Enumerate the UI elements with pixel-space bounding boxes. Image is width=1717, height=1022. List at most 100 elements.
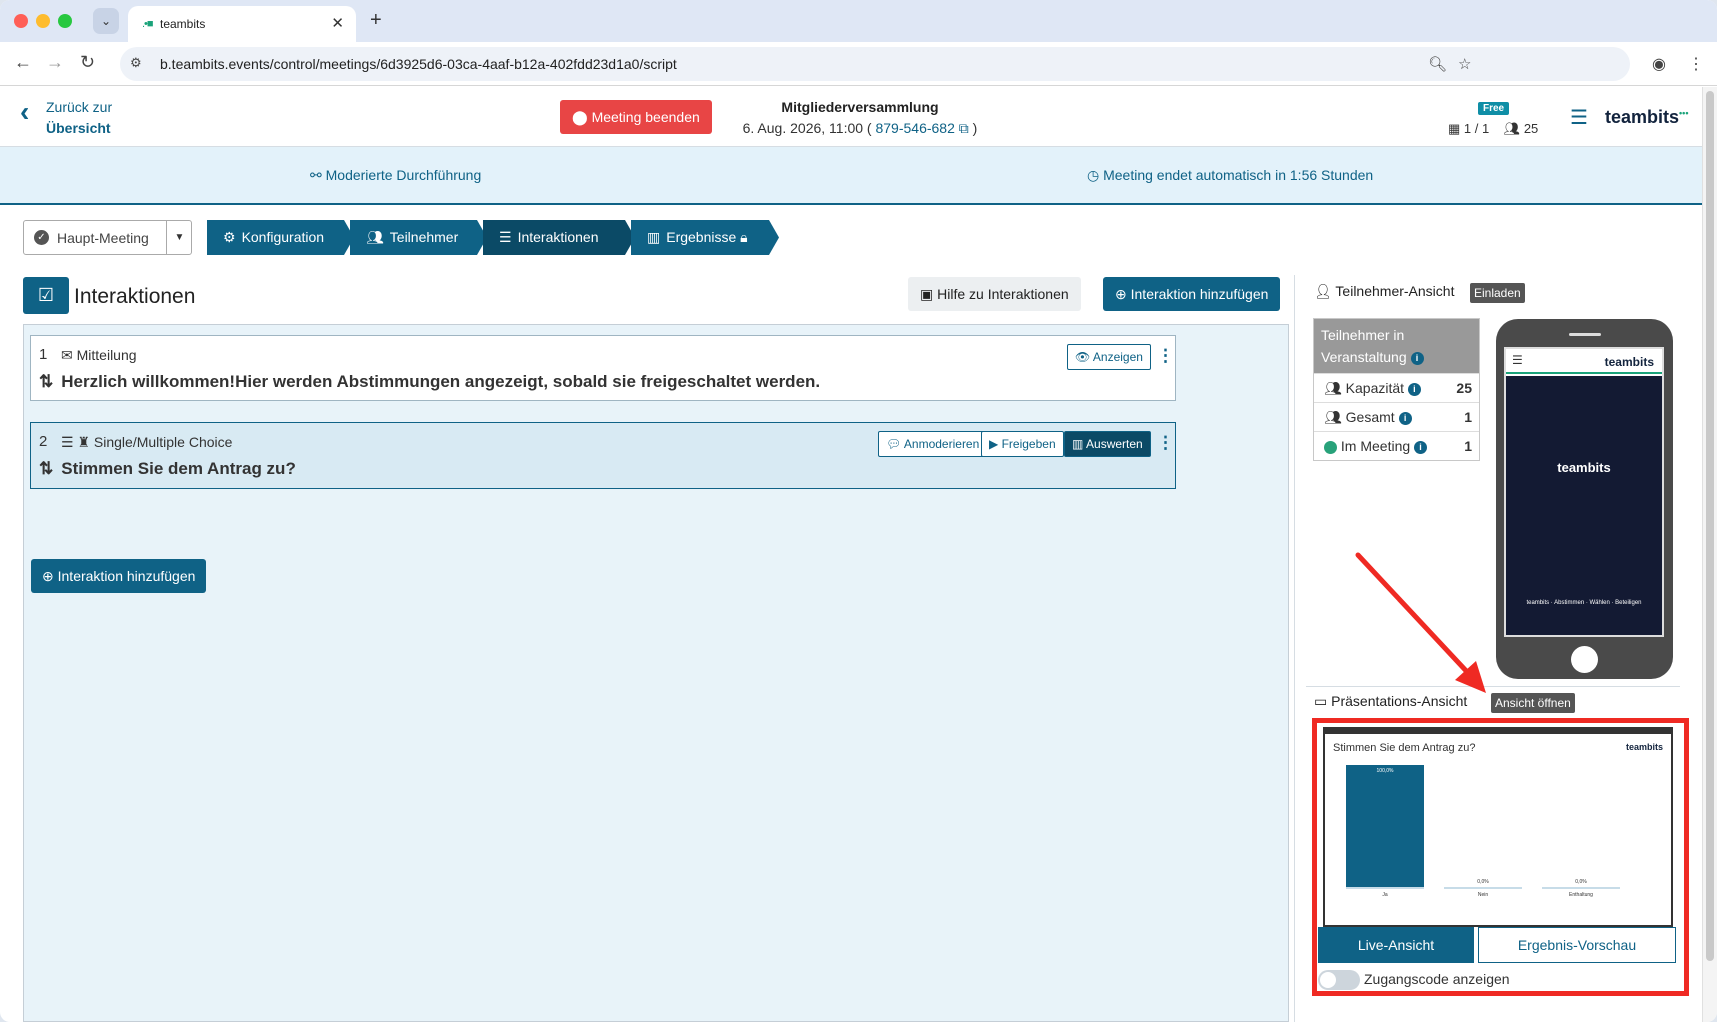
person-icon: 👤︎ [1314,283,1332,299]
forward-icon[interactable]: → [46,52,64,73]
url-field[interactable]: ⚙ b.teambits.events/control/meetings/6d3… [120,47,1630,81]
invite-button[interactable]: Einladen [1470,283,1525,303]
plan-badge: Free [1478,102,1510,115]
users-icon: 👥︎ [366,229,384,245]
info-icon[interactable]: i [1407,382,1421,396]
auto-end-label: Meeting endet automatisch in 1:56 Stunde… [1103,167,1374,183]
caret-down-icon[interactable]: ▼ [166,221,192,254]
stats-value: 1 [1464,409,1472,425]
back-label-line1: Zurück zur [46,99,113,115]
page-scrollbar[interactable] [1702,87,1717,1022]
scroll-thumb[interactable] [1706,91,1714,961]
more-options-icon[interactable]: ⋮ [1157,433,1174,453]
phone-app-header: ☰ teambits [1506,349,1662,374]
stats-value: 1 [1464,438,1472,454]
comment-icon: 💬︎ [886,437,902,451]
info-icon[interactable]: i [1398,411,1412,425]
chart-bar-baseline [1346,887,1424,889]
show-button[interactable]: 👁︎ Anzeigen [1067,344,1151,370]
profile-icon[interactable]: ◉ [1652,54,1666,74]
teambits-logo: teambits••• [1605,107,1689,127]
step-ergebnisse[interactable]: ▥ Ergebnisse 🔒︎ [631,220,779,255]
check-circle-icon: ✓ [34,230,49,245]
access-code-toggle[interactable] [1318,970,1360,990]
bookmark-star-icon[interactable]: ☆ [1458,55,1471,73]
minimize-window-button[interactable] [36,14,50,28]
users-icon: 👥︎ [1324,409,1342,425]
interaction-text-label: Herzlich willkommen!Hier werden Abstimmu… [61,372,821,391]
reload-icon[interactable]: ↻ [80,52,95,73]
release-button[interactable]: ▶ Freigeben [981,431,1064,457]
end-meeting-button[interactable]: ⬤ Meeting beenden [560,100,712,134]
chart-data-label: 0,0% [1575,879,1587,885]
chart-category-label: Ja [1382,892,1388,898]
meeting-select[interactable]: ✓ Haupt-Meeting ▼ [23,220,192,255]
phone-body: teambits teambits · Abstimmen · Wählen ·… [1506,376,1662,635]
meeting-title: Mitgliederversammlung [781,99,939,115]
url-text[interactable]: b.teambits.events/control/meetings/6d392… [160,56,677,72]
open-view-button[interactable]: Ansicht öffnen [1491,693,1575,713]
more-options-icon[interactable]: ⋮ [1157,346,1174,366]
tab-title: teambits [160,17,206,31]
help-button[interactable]: ▣ Hilfe zu Interaktionen [908,277,1081,311]
info-icon[interactable]: i [1410,351,1424,365]
film-icon: ▣ [920,286,934,302]
chart-data-label: 0,0% [1477,879,1489,885]
tab-list-button[interactable]: ⌄ [93,8,119,34]
add-interaction-button[interactable]: ⊕ Interaktion hinzufügen [1103,277,1281,311]
phone-preview: ☰ teambits teambits teambits · Abstimmen… [1496,319,1673,679]
interaction-card-2[interactable]: 2 ☰ ♜ Single/Multiple Choice ⇅ Stimmen Si… [30,422,1176,489]
moderate-button[interactable]: 💬︎ Anmoderieren [878,431,988,457]
help-label: Hilfe zu Interaktionen [937,286,1069,302]
interaction-type: ✉ Mitteilung [61,347,137,364]
evaluate-button[interactable]: ▥ Auswerten [1064,431,1151,457]
step-konfiguration[interactable]: ⚙ Konfiguration [207,220,354,255]
hamburger-menu-icon[interactable]: ☰ [1570,105,1588,130]
presentation-preview[interactable]: Stimmen Sie dem Antrag zu? teambits 100,… [1323,727,1673,927]
sort-icon[interactable]: ⇅ [39,372,53,391]
step-label: Teilnehmer [389,229,459,245]
stats-label: Gesamt [1345,409,1395,425]
tab-live-view[interactable]: Live-Ansicht [1318,927,1474,963]
stats-value: 25 [1456,380,1472,396]
sort-icon[interactable]: ⇅ [39,459,53,478]
moderated-info: ⚯ Moderierte Durchführung [310,167,481,184]
people-icon: 👥︎ [1503,121,1521,136]
new-tab-icon[interactable]: + [370,9,382,32]
stats-title: Teilnehmer in Veranstaltung [1321,327,1407,365]
app-header: ‹ Zurück zur Übersicht ⬤ Meeting beenden… [0,87,1702,147]
chart-bar [1346,765,1424,887]
evaluate-label: Auswerten [1086,437,1143,451]
close-tab-icon[interactable]: ✕ [331,14,344,32]
moderate-label: Anmoderieren [903,437,980,451]
close-window-button[interactable] [14,14,28,28]
tab-result-preview[interactable]: Ergebnis-Vorschau [1478,927,1676,963]
meeting-code-link[interactable]: 879-546-682 [875,120,954,136]
copy-icon[interactable]: ⧉ [959,120,969,136]
chart-bar-baseline [1444,887,1522,889]
maximize-window-button[interactable] [58,14,72,28]
interaction-card-1[interactable]: 1 ✉ Mitteilung ⇅ Herzlich willkommen!Hier… [30,335,1176,401]
phone-center-logo: teambits [1557,460,1611,475]
interaction-text: ⇅ Herzlich willkommen!Hier werden Abstimm… [39,372,820,392]
step-interaktionen[interactable]: ☰ Interaktionen [483,220,635,255]
add-interaction-bottom-button[interactable]: ⊕ Interaktion hinzufügen [31,559,207,593]
participant-view-label: 👤︎ Teilnehmer-Ansicht [1314,283,1454,300]
site-settings-icon[interactable]: ⚙ [130,55,142,71]
monitor-icon: ▭ [1314,693,1328,709]
step-teilnehmer[interactable]: 👥︎ Teilnehmer [350,220,487,255]
play-icon: ▶ [989,437,999,451]
bar-list-icon: ☰ [61,434,74,450]
zoom-icon[interactable]: 🔍︎ [1428,55,1447,73]
info-icon[interactable]: i [1414,440,1428,454]
address-bar-row: ← → ↻ ⚙ b.teambits.events/control/meetin… [0,42,1717,86]
browser-tab[interactable]: .•■ teambits ✕ [128,6,356,42]
logo-text: teambits [1605,107,1680,127]
participant-view-text: Teilnehmer-Ansicht [1335,283,1455,299]
back-icon[interactable]: ← [14,52,32,73]
add-interaction-bottom-label: Interaktion hinzufügen [57,568,196,584]
interaction-number: 2 [39,433,48,450]
browser-menu-icon[interactable]: ⋮ [1688,54,1704,74]
panel-divider [1294,275,1295,1022]
plus-circle-icon: ⊕ [42,568,54,584]
